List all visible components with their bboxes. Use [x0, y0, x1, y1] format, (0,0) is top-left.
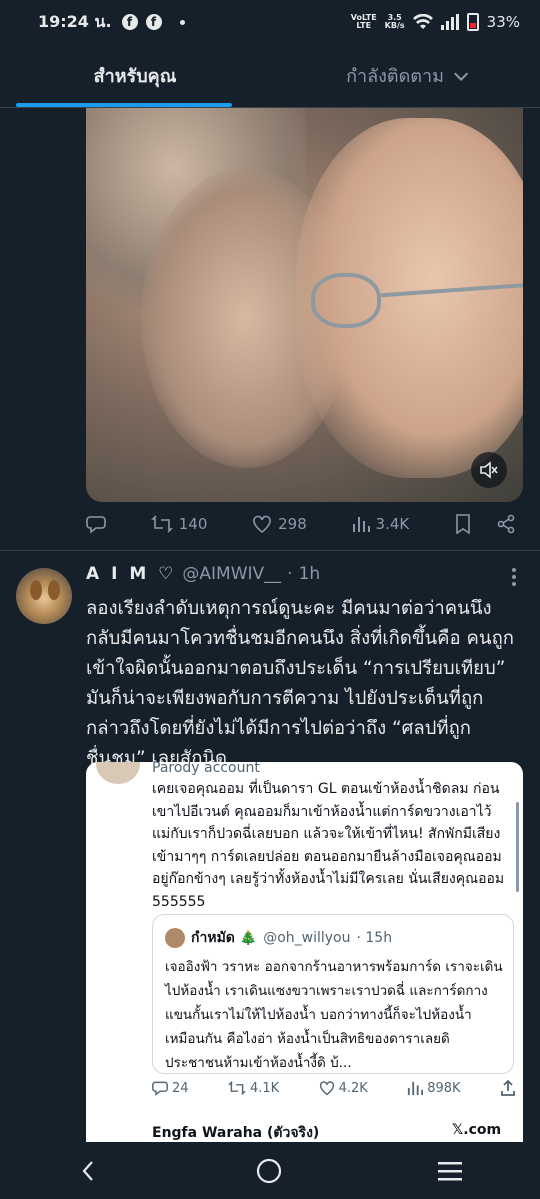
quoted-reply-count: 24 [152, 1080, 189, 1096]
avatar[interactable] [16, 568, 72, 624]
quoted-views-count: 898K [407, 1080, 461, 1096]
volume-muted-icon[interactable] [471, 452, 507, 488]
tab-following[interactable]: กำลังติดตาม [270, 44, 540, 107]
quoted-retweet-count: 4.1K [228, 1080, 279, 1096]
notification-dot-icon [179, 19, 185, 25]
facebook-icon: f [121, 14, 138, 30]
nested-avatar [165, 928, 185, 948]
wifi-icon [412, 14, 433, 29]
scrollbar [516, 802, 519, 892]
tweet-header: A I M ♡ @AIMWIV__ · 1h [86, 564, 320, 584]
nested-author-handle: @oh_willyou [263, 930, 351, 946]
views-button[interactable]: 3.4K [352, 515, 409, 533]
tweet-actions: 140 298 3.4K [86, 514, 516, 534]
quoted-actions: 24 4.1K 4.2K 898K [152, 1080, 516, 1096]
clock: 19:24 น. [38, 11, 112, 31]
quoted-like-count: 4.2K [319, 1080, 368, 1096]
chevron-down-icon[interactable] [453, 66, 469, 81]
nested-author-name: กำหมัด 🎄 [191, 930, 258, 946]
nested-quote: กำหมัด 🎄 @oh_willyou · 15h เจออิงฟ้า วรา… [152, 914, 514, 1074]
views-icon [352, 517, 370, 532]
heart-icon [253, 515, 271, 534]
tab-for-you[interactable]: สำหรับคุณ [0, 44, 270, 107]
tweet-text: ลองเรียงลำดับเหตุการณ์ดูนะคะ มีคนมาต่อว่… [86, 598, 514, 769]
author-handle[interactable]: @AIMWIV__ [182, 564, 281, 584]
recents-icon[interactable] [437, 1160, 463, 1182]
upload-icon [501, 1080, 515, 1096]
parody-label: Parody account [152, 762, 260, 776]
share-icon[interactable] [496, 514, 516, 534]
quoted-avatar [96, 762, 140, 784]
quoted-text: เคยเจอคุณออม ที่เป็นดารา GL ตอนเข้าห้องน… [152, 781, 505, 910]
tweet-video[interactable] [86, 108, 523, 502]
timeline-tabs: สำหรับคุณ กำลังติดตาม [0, 44, 540, 108]
status-bar: 19:24 น. f f VoLTE LTE 3.5 KB/s 33% [0, 0, 540, 44]
tweet-divider [0, 550, 540, 551]
quoted-tweet-image[interactable]: Parody account เคยเจอคุณออม ที่เป็นดารา … [86, 762, 523, 1142]
x-logo: 𝕏.com [452, 1122, 502, 1138]
back-icon[interactable] [77, 1159, 101, 1183]
nested-text: เจออิงฟ้า วราหะ ออกจากร้านอาหารพร้อมการ์… [165, 959, 503, 1071]
separator: · [287, 564, 293, 584]
author-name[interactable]: A I M ♡ [86, 564, 176, 584]
views-icon [408, 1081, 424, 1096]
more-options-icon[interactable] [512, 568, 516, 586]
speed-indicator: 3.5 KB/s [384, 13, 405, 30]
signal-icon [440, 14, 459, 30]
battery-percent: 33% [486, 13, 520, 31]
like-button[interactable]: 298 [252, 514, 307, 534]
active-tab-indicator [16, 103, 232, 107]
battery-icon [466, 13, 479, 31]
retweet-icon [150, 515, 173, 533]
reply-icon [152, 1081, 168, 1096]
home-icon[interactable] [255, 1157, 283, 1185]
tweet-time[interactable]: 1h [299, 564, 321, 584]
retweet-button[interactable]: 140 [150, 514, 207, 534]
quoted-share [500, 1080, 516, 1096]
network-indicator: VoLTE LTE [350, 13, 377, 30]
heart-icon [319, 1081, 334, 1096]
system-nav-bar [0, 1142, 540, 1199]
facebook-icon-2: f [145, 14, 162, 30]
bookmark-icon[interactable] [454, 514, 472, 534]
nested-time: · 15h [356, 930, 393, 946]
retweet-icon [228, 1081, 246, 1095]
reply-button[interactable] [86, 514, 106, 534]
reply-icon [86, 516, 106, 534]
next-quoted-header: Engfa Waraha (ตัวจริง) 𝕏.com [152, 1122, 502, 1141]
